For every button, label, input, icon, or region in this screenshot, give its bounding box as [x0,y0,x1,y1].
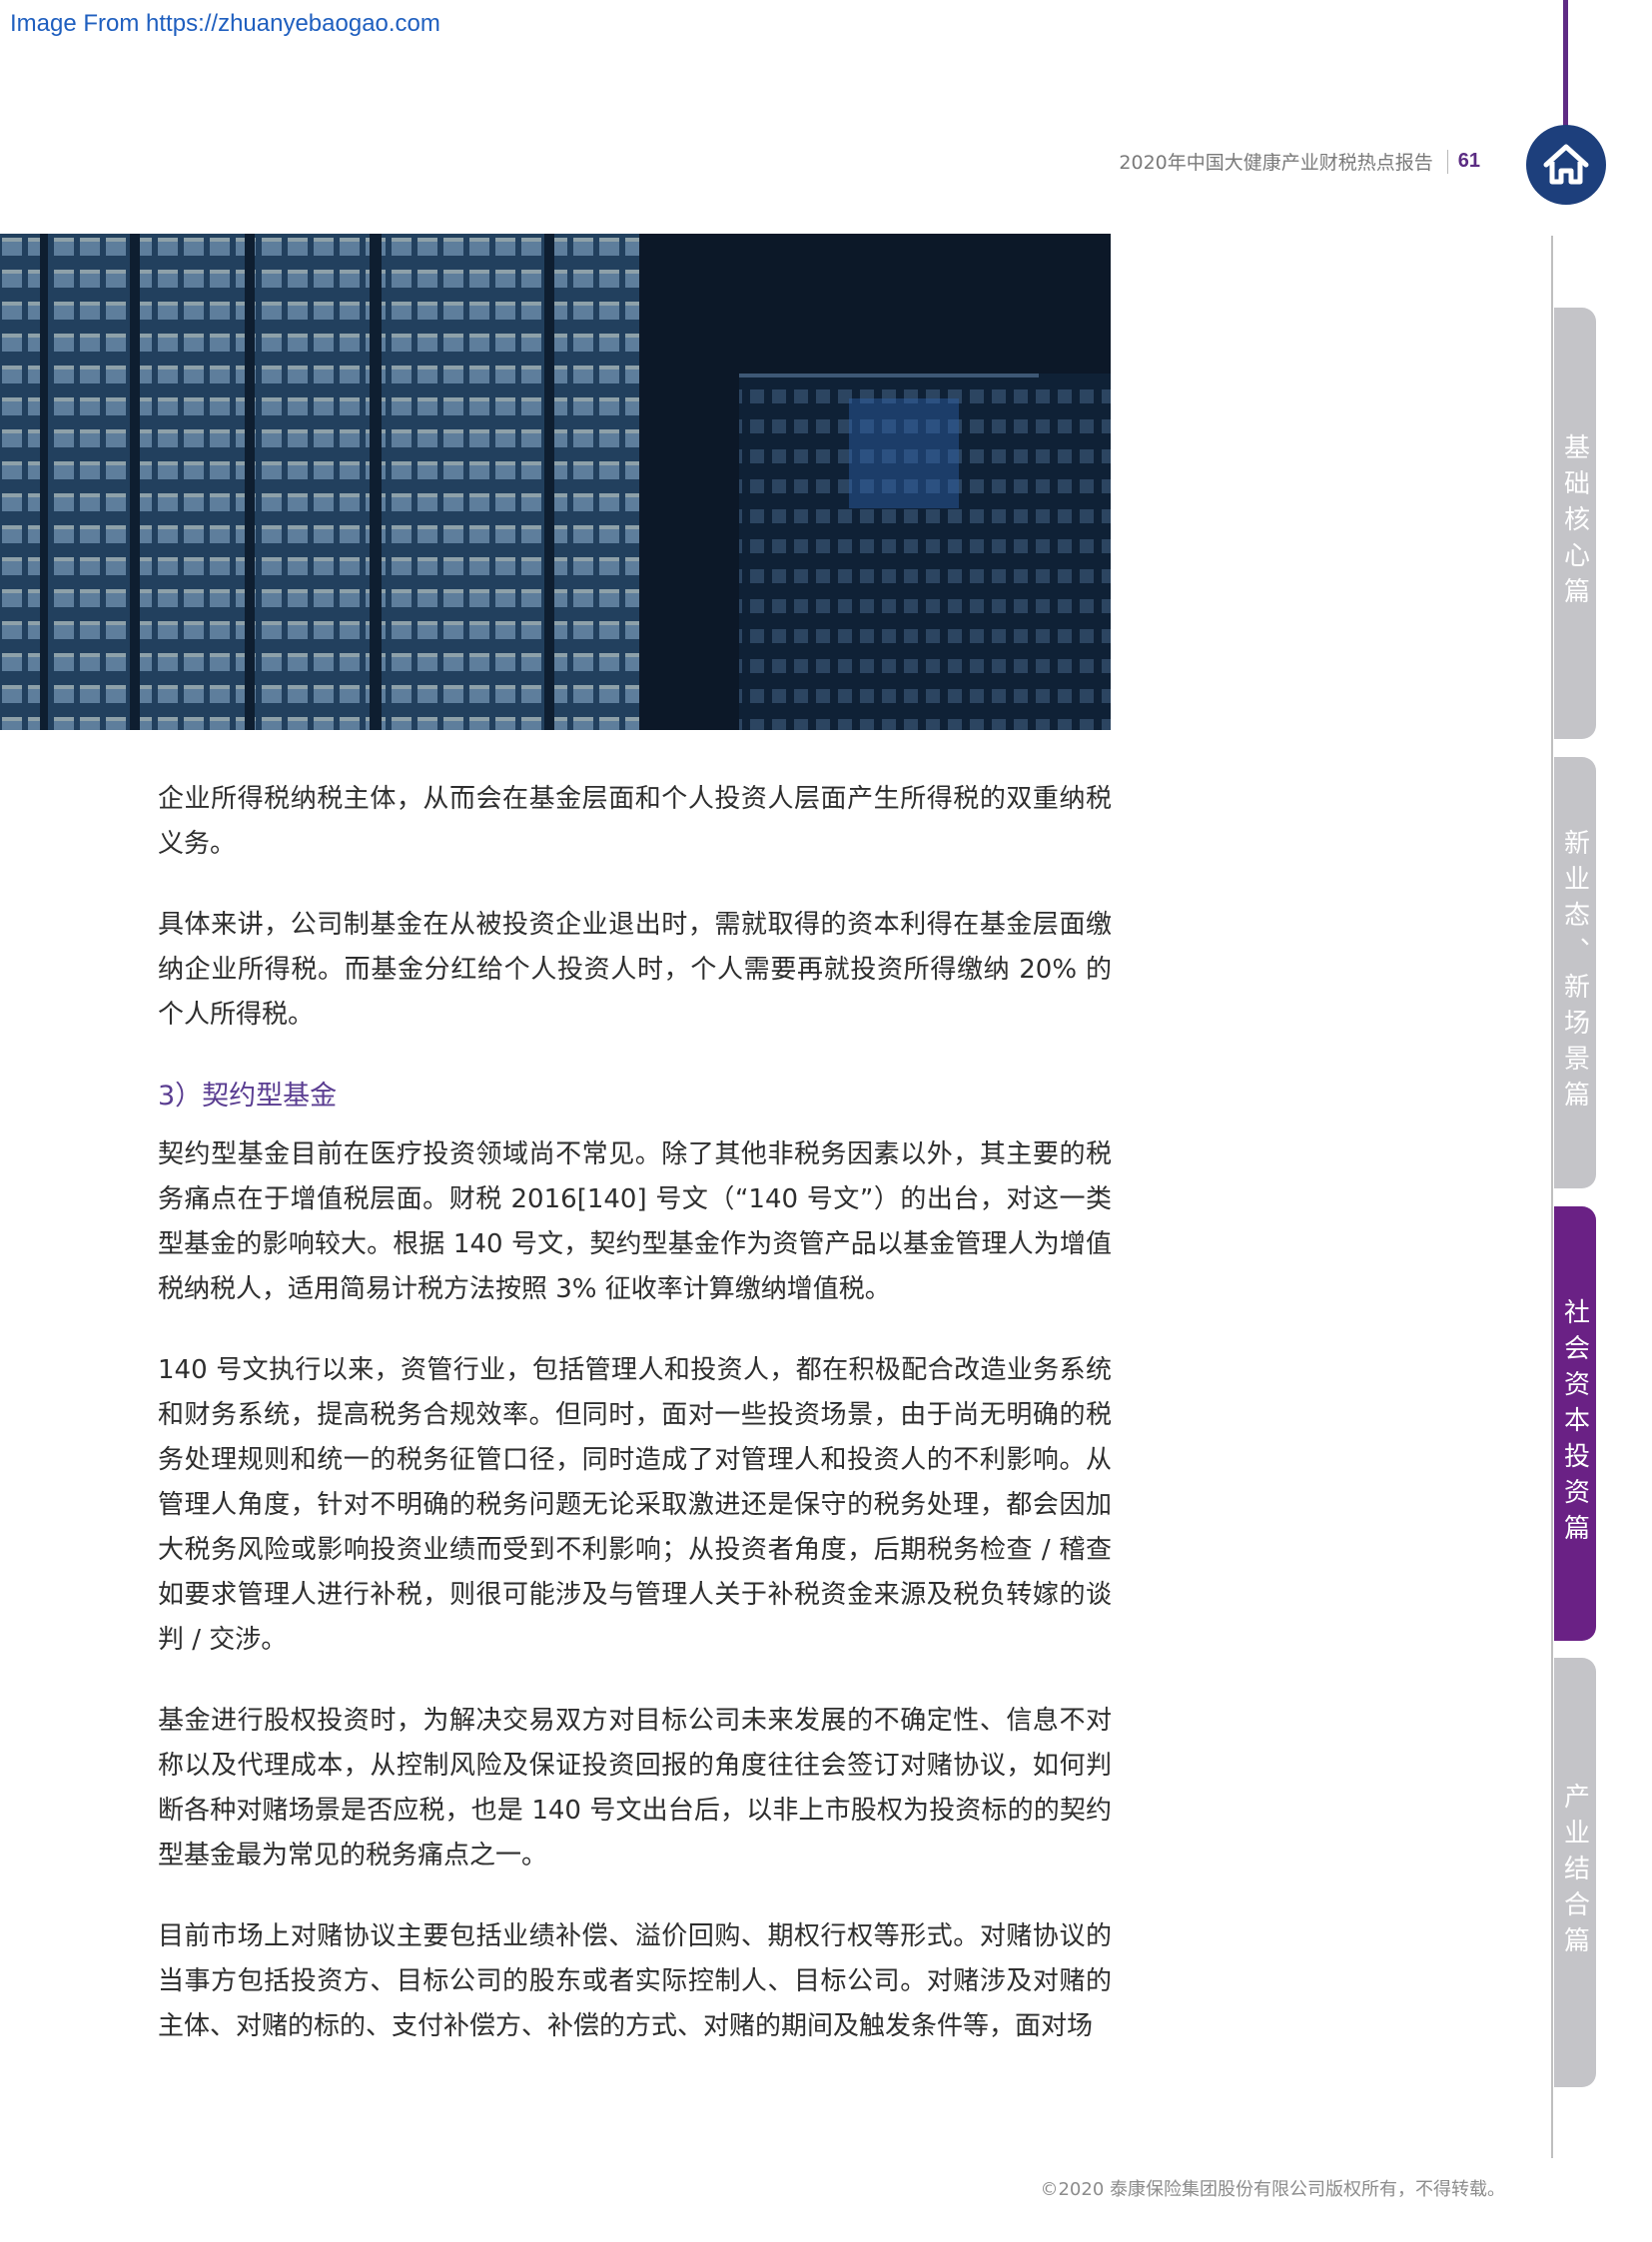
tab-label: 社会资本投资篇 [1559,1297,1590,1550]
home-icon [1543,144,1589,185]
tab-social-capital[interactable]: 社会资本投资篇 [1554,1206,1596,1641]
paragraph: 140 号文执行以来，资管行业，包括管理人和投资人，都在积极配合改造业务系统和财… [158,1355,1112,1655]
section-heading: 3）契约型基金 [158,1081,338,1112]
home-button[interactable] [1526,125,1606,205]
city-night-photo [0,234,1111,730]
source-link[interactable]: Image From https://zhuanyebaogao.com [10,10,440,38]
tab-industry-integration[interactable]: 产业结合篇 [1554,1658,1596,2087]
top-accent-line [1563,0,1568,128]
tab-label: 产业结合篇 [1559,1783,1590,1962]
tab-label: 基础核心篇 [1559,433,1590,613]
page-number: 61 [1457,150,1480,172]
building-illustration [0,234,1111,730]
paragraph: 具体来讲，公司制基金在从被投资企业退出时，需就取得的资本利得在基金层面缴纳企业所… [158,910,1112,1030]
tab-basic-core[interactable]: 基础核心篇 [1554,308,1596,739]
paragraph: 目前市场上对赌协议主要包括业绩补偿、溢价回购、期权行权等形式。对赌协议的当事方包… [158,1921,1112,2041]
report-title: 2020年中国大健康产业财税热点报告 [1119,152,1433,174]
header-divider [1446,149,1448,174]
article-body: 企业所得税纳税主体，从而会在基金层面和个人投资人层面产生所得税的双重纳税义务。 … [158,777,1112,2085]
page-header: 2020年中国大健康产业财税热点报告 61 [1119,148,1480,175]
paragraph: 基金进行股权投资时，为解决交易双方对目标公司未来发展的不确定性、信息不对称以及代… [158,1706,1112,1870]
paragraph: 企业所得税纳税主体，从而会在基金层面和个人投资人层面产生所得税的双重纳税义务。 [158,784,1112,859]
tab-new-business[interactable]: 新业态、新场景篇 [1554,757,1596,1188]
side-divider-line [1551,236,1553,2158]
copyright-footer: ©2020 泰康保险集团股份有限公司版权所有，不得转载。 [1040,2179,1505,2200]
paragraph: 契约型基金目前在医疗投资领域尚不常见。除了其他非税务因素以外，其主要的税务痛点在… [158,1139,1112,1304]
tab-label: 新业态、新场景篇 [1559,829,1590,1117]
